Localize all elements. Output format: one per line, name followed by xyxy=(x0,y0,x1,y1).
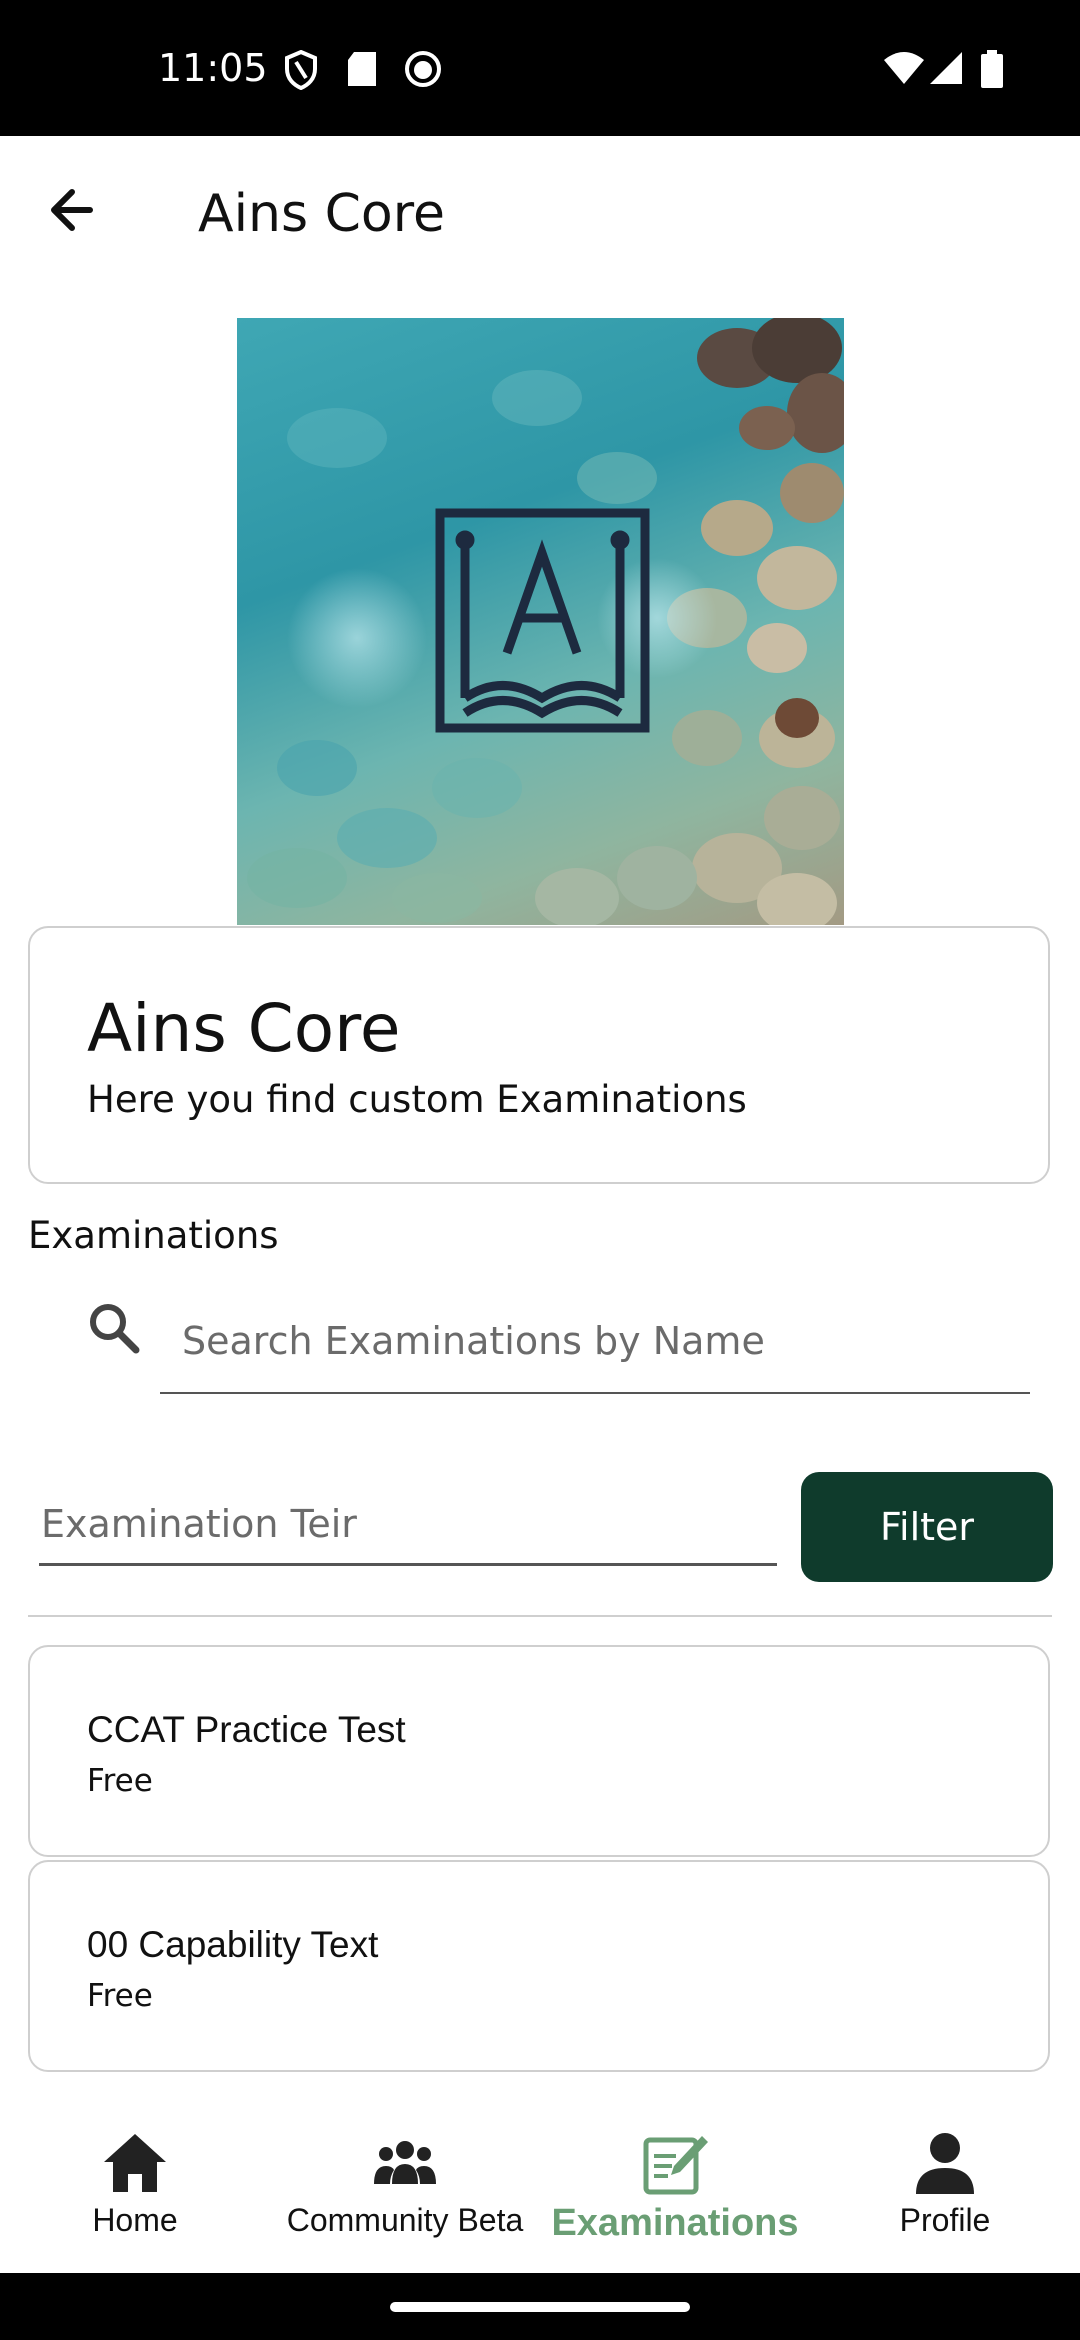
nav-community[interactable]: Community Beta xyxy=(270,2130,540,2270)
exam-title: 00 Capability Text xyxy=(87,1924,379,1965)
search-input[interactable] xyxy=(160,1290,1030,1394)
status-time: 11:05 xyxy=(158,46,268,90)
section-label: Examinations xyxy=(28,1214,279,1257)
nav-label: Home xyxy=(92,2202,178,2238)
nav-label: Examinations xyxy=(551,2202,799,2244)
arrow-back-icon xyxy=(51,189,93,231)
wifi-icon xyxy=(884,52,924,84)
nav-label: Community Beta xyxy=(286,2202,524,2238)
nav-examinations[interactable]: Examinations xyxy=(540,2130,810,2270)
exam-card[interactable]: 00 Capability Text Free xyxy=(28,1860,1050,2072)
hero-image xyxy=(237,318,844,925)
filter-button[interactable]: Filter xyxy=(801,1472,1053,1582)
exam-edit-icon xyxy=(643,2136,708,2195)
nav-label: Profile xyxy=(899,2202,991,2238)
back-button[interactable] xyxy=(40,170,110,250)
header-subtitle: Here you find custom Examinations xyxy=(87,1078,747,1121)
tier-input[interactable] xyxy=(39,1484,777,1566)
battery-icon xyxy=(981,50,1003,88)
divider xyxy=(28,1615,1052,1617)
sd-card-icon xyxy=(348,52,376,86)
page-title: Ains Core xyxy=(198,184,445,244)
nav-home[interactable]: Home xyxy=(0,2130,270,2270)
exam-card[interactable]: CCAT Practice Test Free xyxy=(28,1645,1050,1857)
app-bar xyxy=(0,136,1080,296)
home-icon xyxy=(104,2134,166,2192)
shield-icon xyxy=(285,50,317,90)
gesture-handle[interactable] xyxy=(390,2302,690,2312)
header-title: Ains Core xyxy=(87,990,401,1067)
exam-price: Free xyxy=(87,1978,153,2014)
header-card: Ains Core Here you find custom Examinati… xyxy=(28,926,1050,1184)
status-bar: 11:05 xyxy=(0,0,1080,136)
face-icon xyxy=(405,51,441,87)
nav-profile[interactable]: Profile xyxy=(810,2130,1080,2270)
signal-icon xyxy=(930,52,962,84)
water-rocks-image xyxy=(247,318,844,925)
person-icon xyxy=(916,2133,974,2194)
exam-price: Free xyxy=(87,1763,153,1799)
search-icon xyxy=(90,1304,140,1354)
group-icon xyxy=(374,2141,436,2184)
exam-title: CCAT Practice Test xyxy=(87,1709,406,1750)
